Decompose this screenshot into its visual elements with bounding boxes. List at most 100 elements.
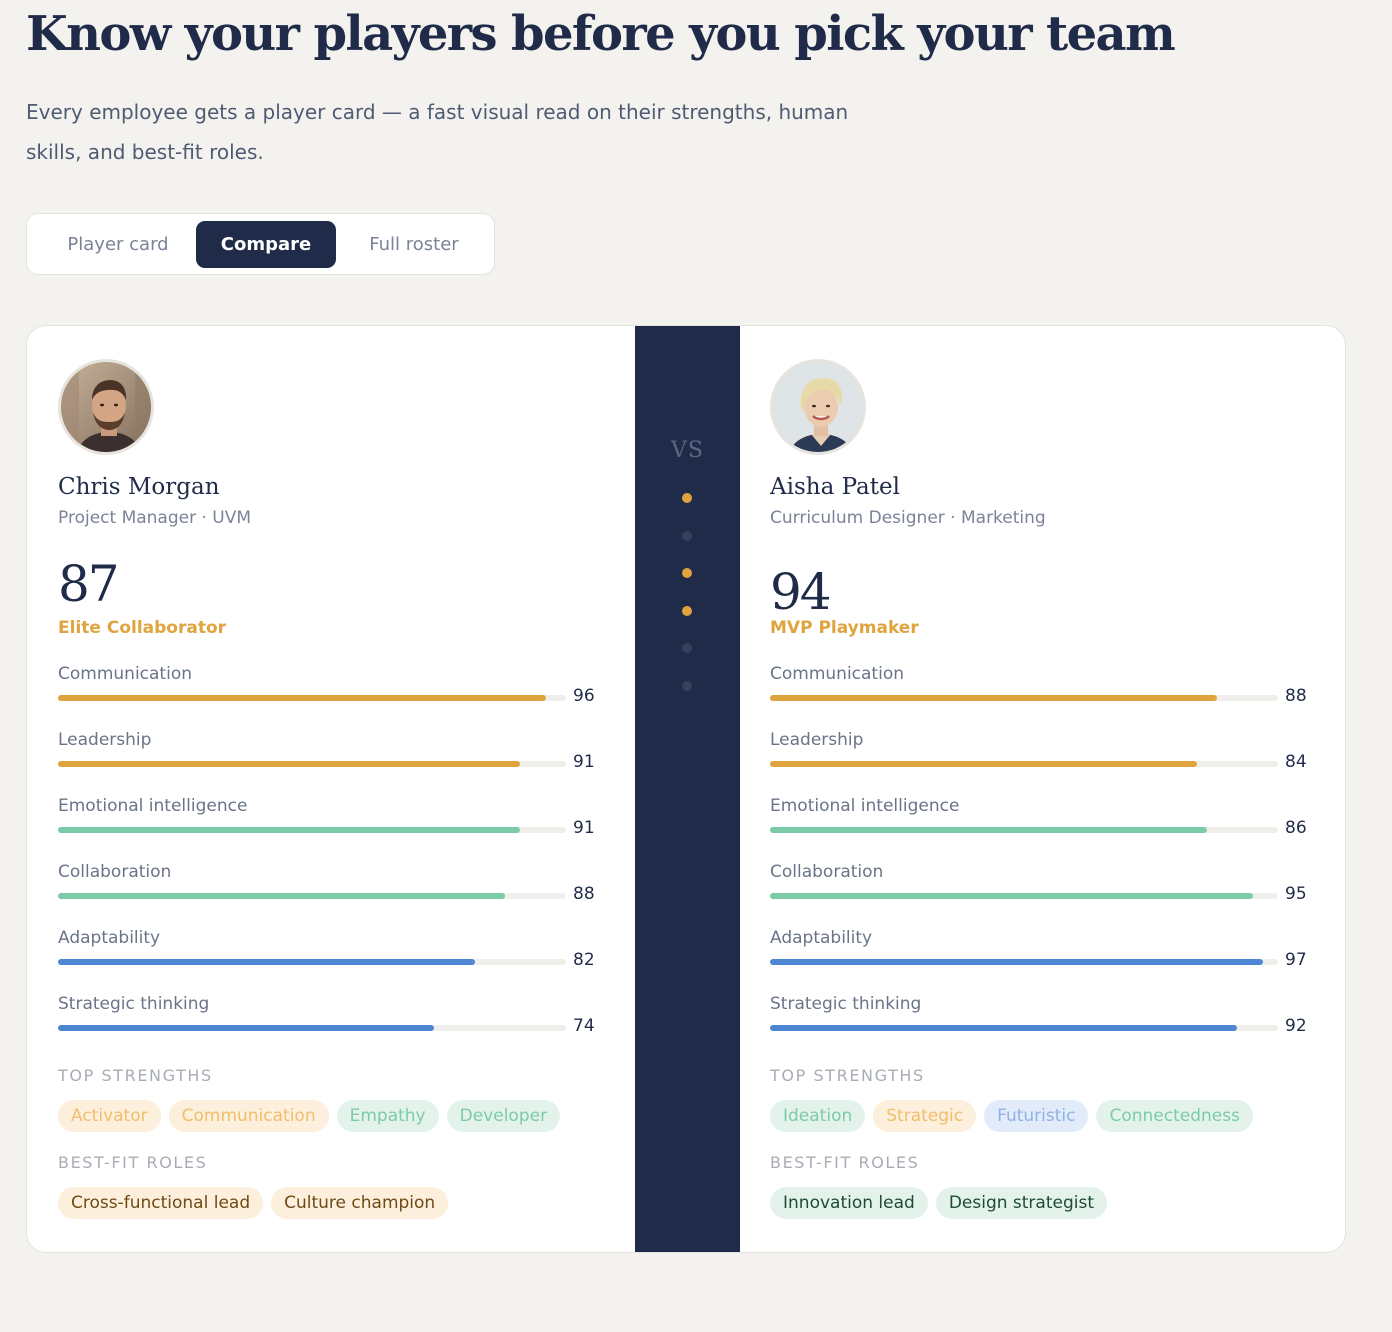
player-tier: MVP Playmaker [770, 618, 919, 638]
skill-value: 91 [573, 818, 595, 838]
strength-chip: Developer [446, 1100, 561, 1132]
player-meta: Curriculum Designer · Marketing [770, 508, 1046, 528]
strength-chip: Strategic [873, 1100, 977, 1132]
indicator-dot [682, 643, 692, 653]
skill-value: 96 [573, 686, 595, 706]
strength-chip: Activator [58, 1100, 161, 1132]
skill-collaboration: Collaboration 88 [58, 862, 603, 922]
skill-bar [770, 1025, 1278, 1031]
compare-card: Chris Morgan Project Manager · UVM 87 El… [26, 325, 1346, 1253]
strength-chip: Empathy [336, 1100, 439, 1132]
role-chip: Innovation lead [770, 1187, 928, 1219]
skill-value: 92 [1285, 1016, 1307, 1036]
skill-collaboration: Collaboration 95 [770, 862, 1315, 922]
skill-label: Emotional intelligence [58, 796, 248, 816]
skill-emotional-intelligence: Emotional intelligence 91 [58, 796, 603, 856]
role-chips: Cross-functional lead Culture champion [58, 1187, 449, 1219]
vs-divider: VS [635, 326, 740, 1252]
page-title: Know your players before you pick your t… [26, 6, 1176, 62]
strength-chips: Ideation Strategic Futuristic Connectedn… [770, 1100, 1253, 1132]
skill-bar [770, 959, 1278, 965]
skill-leadership: Leadership 84 [770, 730, 1315, 790]
strength-chip: Communication [168, 1100, 329, 1132]
skill-leadership: Leadership 91 [58, 730, 603, 790]
indicator-dot [682, 493, 692, 503]
skill-value: 74 [573, 1016, 595, 1036]
skill-bar-fill [58, 959, 475, 965]
best-fit-roles-label: BEST-FIT ROLES [770, 1153, 920, 1172]
player-score: 87 [58, 555, 120, 613]
skill-label: Communication [770, 664, 904, 684]
skill-communication: Communication 88 [770, 664, 1315, 724]
skill-value: 91 [573, 752, 595, 772]
role-chip: Culture champion [271, 1187, 449, 1219]
skill-adaptability: Adaptability 97 [770, 928, 1315, 988]
skill-label: Leadership [58, 730, 152, 750]
player-card-right: Aisha Patel Curriculum Designer · Market… [770, 326, 1345, 1252]
skill-label: Emotional intelligence [770, 796, 960, 816]
skill-bar-fill [770, 893, 1253, 899]
player-tier: Elite Collaborator [58, 618, 227, 638]
tab-compare[interactable]: Compare [196, 221, 336, 268]
skill-label: Leadership [770, 730, 864, 750]
tab-full-roster[interactable]: Full roster [340, 221, 488, 268]
player-score: 94 [770, 563, 832, 621]
indicator-dot [682, 531, 692, 541]
indicator-dot [682, 568, 692, 578]
skill-bar-fill [58, 893, 506, 899]
strength-chips: Activator Communication Empathy Develope… [58, 1100, 561, 1132]
skill-emotional-intelligence: Emotional intelligence 86 [770, 796, 1315, 856]
player-meta: Project Manager · UVM [58, 508, 252, 528]
skill-label: Strategic thinking [770, 994, 922, 1014]
skill-bar [58, 959, 566, 965]
skill-label: Communication [58, 664, 192, 684]
skill-strategic-thinking: Strategic thinking 74 [58, 994, 603, 1054]
skill-bar [58, 695, 566, 701]
vs-label: VS [671, 438, 704, 463]
skill-label: Collaboration [58, 862, 172, 882]
avatar-photo-woman [773, 362, 863, 452]
skill-strategic-thinking: Strategic thinking 92 [770, 994, 1315, 1054]
skill-bar [770, 893, 1278, 899]
skill-bar [58, 827, 566, 833]
indicator-dot [682, 606, 692, 616]
skill-bar [58, 893, 566, 899]
indicator-dot [682, 681, 692, 691]
role-chips: Innovation lead Design strategist [770, 1187, 1108, 1219]
skill-label: Collaboration [770, 862, 884, 882]
skill-bar-fill [58, 761, 521, 767]
skill-label: Adaptability [58, 928, 161, 948]
best-fit-roles-label: BEST-FIT ROLES [58, 1153, 208, 1172]
page-subtitle: Every employee gets a player card — a fa… [26, 100, 849, 164]
view-tabs: Player card Compare Full roster [26, 213, 495, 275]
skill-bar-fill [58, 827, 521, 833]
strength-chip: Connectedness [1096, 1100, 1253, 1132]
top-strengths-label: TOP STRENGTHS [58, 1066, 213, 1085]
skill-bar [770, 695, 1278, 701]
skill-value: 84 [1285, 752, 1307, 772]
skill-value: 88 [1285, 686, 1307, 706]
tab-player-card[interactable]: Player card [36, 221, 200, 268]
avatar-photo-man [61, 362, 151, 452]
strength-chip: Futuristic [984, 1100, 1089, 1132]
role-chip: Cross-functional lead [58, 1187, 264, 1219]
strength-chip: Ideation [770, 1100, 866, 1132]
skill-bar [770, 827, 1278, 833]
skill-bar [770, 761, 1278, 767]
player-name: Chris Morgan [58, 474, 220, 500]
skill-bar-fill [770, 959, 1263, 965]
avatar [58, 359, 154, 455]
skill-bar [58, 1025, 566, 1031]
skill-value: 97 [1285, 950, 1307, 970]
skill-bar [58, 761, 566, 767]
skill-label: Strategic thinking [58, 994, 210, 1014]
role-chip: Design strategist [935, 1187, 1108, 1219]
skill-value: 95 [1285, 884, 1307, 904]
player-card-left: Chris Morgan Project Manager · UVM 87 El… [58, 326, 648, 1252]
skill-communication: Communication 96 [58, 664, 603, 724]
skill-adaptability: Adaptability 82 [58, 928, 603, 988]
skill-bar-fill [770, 695, 1218, 701]
avatar [770, 359, 866, 455]
skill-bar-fill [770, 761, 1197, 767]
skill-bar-fill [58, 695, 546, 701]
